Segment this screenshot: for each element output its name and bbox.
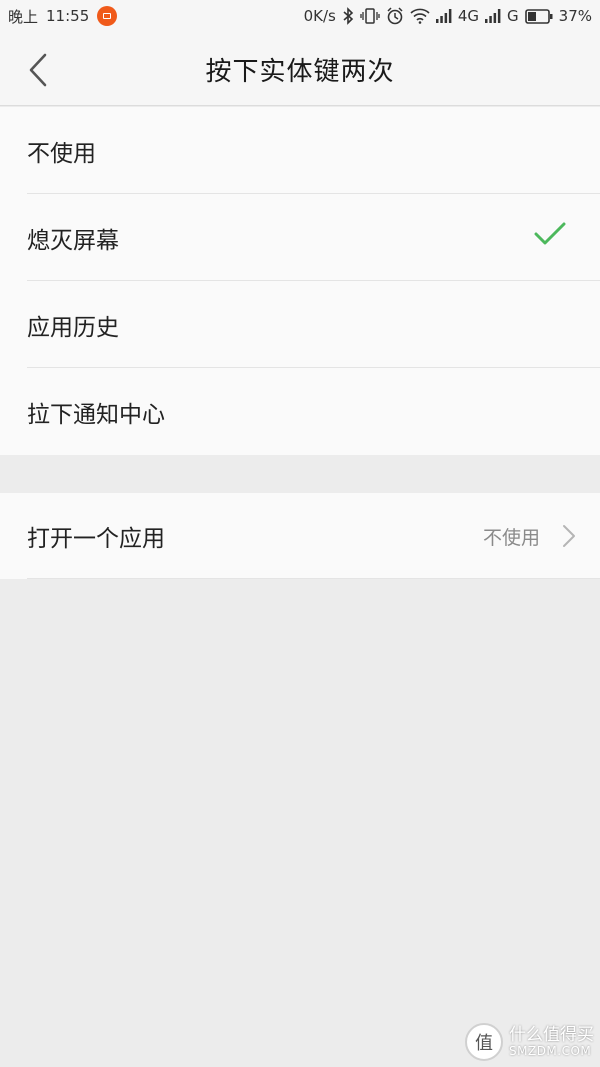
option-not-used[interactable]: 不使用 [0, 107, 600, 194]
header: 按下实体键两次 [0, 32, 600, 106]
option-label: 应用历史 [27, 314, 119, 341]
status-right: 0K/s 4G G 37% [304, 7, 592, 25]
page-title: 按下实体键两次 [205, 56, 395, 87]
signal-icon-g [485, 9, 501, 23]
option-label: 熄灭屏幕 [27, 227, 119, 254]
vibrate-icon [360, 7, 380, 25]
battery-icon [524, 8, 553, 24]
open-app-row[interactable]: 打开一个应用 不使用 [0, 493, 600, 579]
chevron-right-icon [563, 525, 575, 547]
network-g-label: G [507, 7, 519, 25]
notification-app-icon [97, 6, 118, 26]
option-label: 不使用 [27, 140, 96, 167]
option-pull-notification-center[interactable]: 拉下通知中心 [0, 368, 600, 455]
divider [27, 578, 600, 579]
network-4g-label: 4G [457, 7, 480, 25]
open-app-value: 不使用 [482, 526, 540, 549]
status-bar: 晚上 11:55 0K/s 4G G 37% [0, 0, 600, 32]
watermark-en: SMZDM.COM [509, 1043, 592, 1058]
battery-percent: 37% [558, 7, 592, 25]
open-app-section: 打开一个应用 不使用 [0, 493, 600, 579]
signal-icon-4g [435, 9, 452, 23]
status-left: 晚上 11:55 [8, 6, 118, 27]
wifi-icon [410, 8, 430, 24]
option-screen-off[interactable]: 熄灭屏幕 [0, 194, 600, 281]
option-app-history[interactable]: 应用历史 [0, 281, 600, 368]
watermark-cn: 什么值得买 [509, 1025, 594, 1046]
status-period: 晚上 [8, 7, 39, 26]
screen: 晚上 11:55 0K/s 4G G 37% 按下实体键两次 不使用 熄灭屏幕 … [0, 0, 600, 1067]
back-arrow-icon [29, 53, 47, 87]
alarm-icon [386, 7, 404, 25]
bluetooth-icon [342, 7, 354, 25]
watermark: 值 什么值得买 SMZDM.COM [465, 1023, 594, 1061]
net-speed: 0K/s [303, 7, 336, 25]
option-label: 拉下通知中心 [27, 401, 165, 428]
status-time: 11:55 [46, 7, 90, 25]
check-icon [534, 222, 566, 245]
open-app-label: 打开一个应用 [27, 526, 165, 552]
back-button[interactable] [18, 50, 58, 90]
watermark-logo: 值 [465, 1023, 503, 1061]
option-list: 不使用 熄灭屏幕 应用历史 拉下通知中心 [0, 107, 600, 455]
watermark-text: 什么值得买 SMZDM.COM [509, 1026, 594, 1058]
